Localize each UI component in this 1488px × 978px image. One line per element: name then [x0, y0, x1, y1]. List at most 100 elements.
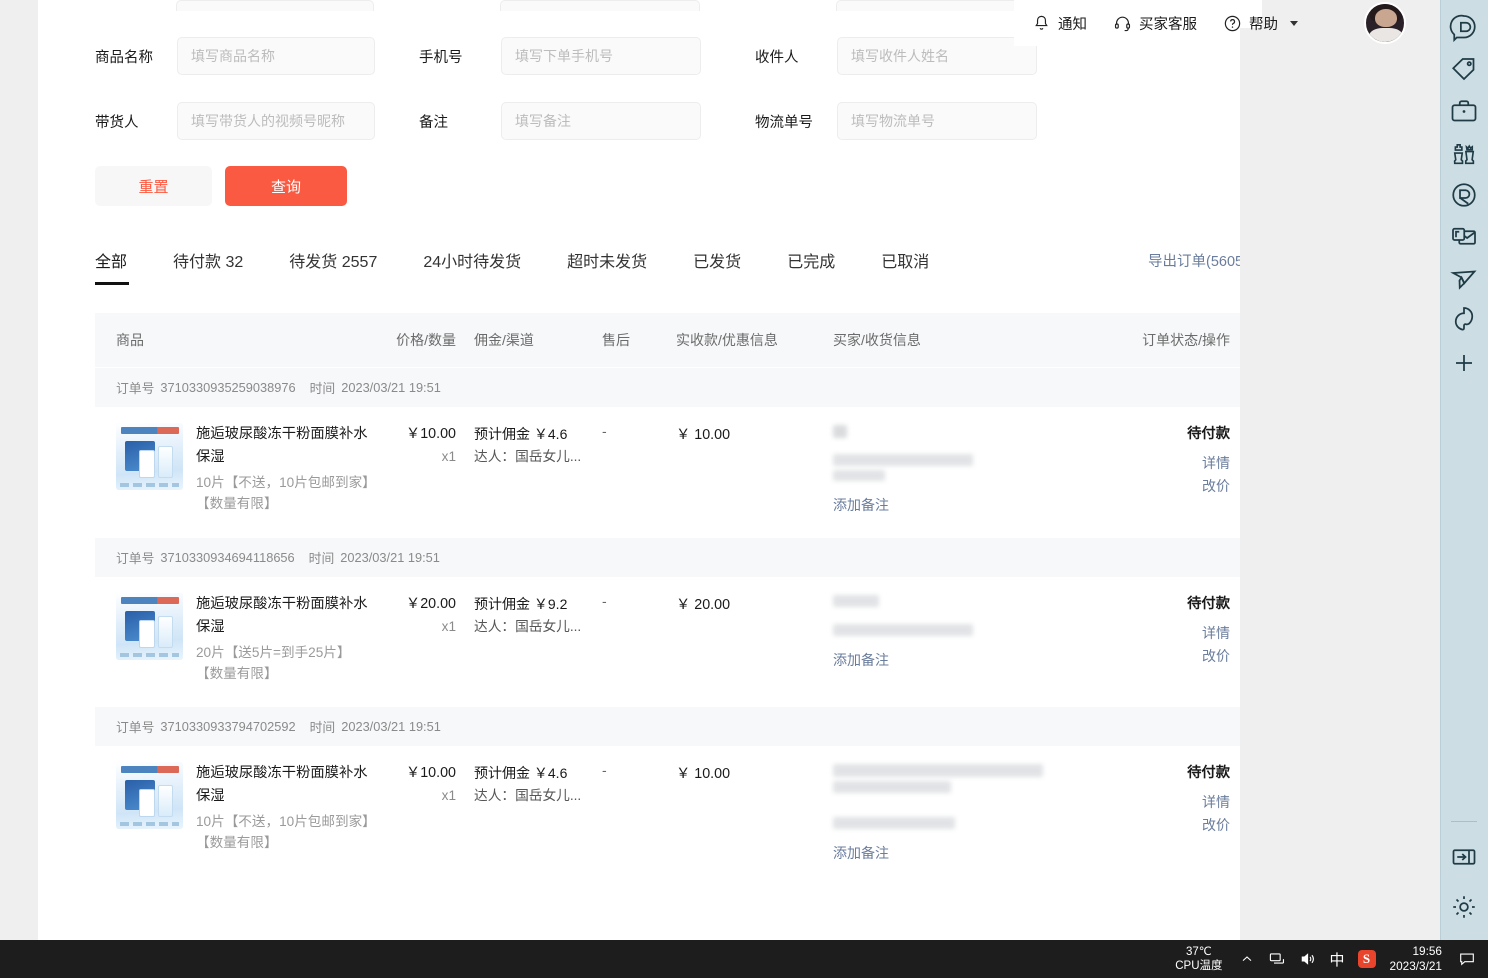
- buyer-name-redacted: [833, 595, 879, 607]
- search-input-product-name[interactable]: [177, 37, 375, 75]
- right-app-rail: [1440, 0, 1488, 940]
- product-thumbnail[interactable]: [116, 423, 183, 490]
- tab-cancelled[interactable]: 已取消: [881, 248, 929, 285]
- avatar-face: [1375, 9, 1397, 27]
- detail-link[interactable]: 详情: [1104, 791, 1230, 814]
- buyer-address-redacted-2: [833, 470, 885, 481]
- order-time-label: 时间: [310, 378, 336, 397]
- table-row: 施逅玻尿酸冻干粉面膜补水保湿 10片【不送，10片包邮到家】【数量有限】 ￥10…: [95, 746, 1240, 885]
- chevron-up-icon[interactable]: [1239, 951, 1255, 967]
- after-sale-cell: -: [586, 423, 664, 515]
- product-name[interactable]: 施逅玻尿酸冻干粉面膜补水保湿: [196, 593, 370, 639]
- notifications-button[interactable]: 通知: [1032, 13, 1087, 34]
- tab-24h-pending[interactable]: 24小时待发货: [423, 248, 521, 285]
- tab-shipped-label: 已发货: [693, 254, 741, 271]
- field-tracking-no: 物流单号: [755, 102, 1037, 140]
- product-qty: x1: [370, 785, 456, 807]
- after-sale-cell: -: [586, 593, 664, 684]
- avatar[interactable]: [1364, 2, 1406, 44]
- chat-bubble-icon[interactable]: [1449, 12, 1479, 42]
- order-status-tabs: 全部 待付款 32 待发货 2557 24小时待发货 超时未发货 已发货: [95, 248, 1240, 292]
- rail-bottom-section: [1440, 807, 1488, 940]
- product-thumbnail[interactable]: [116, 762, 183, 829]
- clock-date: 2023/3/21: [1390, 959, 1442, 974]
- search-input-cut-2[interactable]: [500, 0, 700, 11]
- search-input-remark[interactable]: [501, 102, 701, 140]
- mail-icon[interactable]: [1449, 222, 1479, 252]
- export-orders-link[interactable]: 导出订单(56057): [1148, 250, 1240, 271]
- reset-button[interactable]: 重置: [95, 166, 212, 206]
- tab-pending-payment-count: 32: [225, 254, 243, 271]
- help-menu[interactable]: 帮助: [1223, 13, 1298, 34]
- commission-amount: 预计佣金 ￥4.6: [474, 762, 586, 785]
- change-price-link[interactable]: 改价: [1104, 645, 1230, 668]
- tab-overdue-unshipped[interactable]: 超时未发货: [567, 248, 647, 285]
- tab-shipped[interactable]: 已发货: [693, 248, 741, 285]
- search-input-receiver[interactable]: [837, 37, 1037, 75]
- network-icon[interactable]: [1268, 950, 1286, 968]
- add-note-link[interactable]: 添加备注: [833, 650, 889, 670]
- search-input-promoter[interactable]: [177, 102, 375, 140]
- cloud-icon[interactable]: [1449, 306, 1479, 336]
- order-no-label: 订单号: [116, 378, 154, 397]
- detail-link[interactable]: 详情: [1104, 452, 1230, 475]
- buyer-service-button[interactable]: 买家客服: [1113, 13, 1197, 34]
- top-header-bar: 通知 买家客服 帮助: [1014, 0, 1240, 46]
- search-input-cut-3[interactable]: [836, 0, 1036, 11]
- tab-pending-shipment[interactable]: 待发货 2557: [289, 248, 377, 285]
- product-thumbnail[interactable]: [116, 593, 183, 660]
- buyer-service-label: 买家客服: [1139, 13, 1197, 34]
- product-name[interactable]: 施逅玻尿酸冻干粉面膜补水保湿: [196, 423, 370, 469]
- table-row: 施逅玻尿酸冻干粉面膜补水保湿 20片【送5片=到手25片】【数量有限】 ￥20.…: [95, 577, 1240, 706]
- headset-icon: [1113, 14, 1132, 33]
- tab-pending-payment-label: 待付款: [173, 254, 221, 271]
- tab-pending-shipment-count: 2557: [342, 254, 378, 271]
- collapse-panel-icon[interactable]: [1449, 842, 1479, 872]
- notification-icon[interactable]: [1458, 950, 1476, 968]
- status-badge: 待付款: [1104, 593, 1230, 615]
- briefcase-icon[interactable]: [1449, 96, 1479, 126]
- change-price-link[interactable]: 改价: [1104, 475, 1230, 498]
- field-product-name: 商品名称: [95, 37, 375, 75]
- tag-icon[interactable]: [1449, 54, 1479, 84]
- tab-completed[interactable]: 已完成: [787, 248, 835, 285]
- plus-icon[interactable]: [1449, 348, 1479, 378]
- status-badge: 待付款: [1104, 762, 1230, 784]
- bell-icon: [1032, 14, 1051, 33]
- ime-indicator[interactable]: 中: [1330, 949, 1345, 970]
- commission-amount: 预计佣金 ￥4.6: [474, 423, 586, 446]
- tab-all-label: 全部: [95, 254, 127, 271]
- tab-all[interactable]: 全部: [95, 248, 127, 285]
- order-no-label: 订单号: [116, 548, 154, 567]
- change-price-link[interactable]: 改价: [1104, 814, 1230, 837]
- taskbar-clock[interactable]: 19:56 2023/3/21: [1390, 944, 1442, 974]
- col-header-after-sale: 售后: [586, 330, 664, 350]
- order-time-value: 2023/03/21 19:51: [341, 380, 441, 395]
- product-name[interactable]: 施逅玻尿酸冻干粉面膜补水保湿: [196, 762, 370, 808]
- sogou-input-icon[interactable]: S: [1358, 950, 1376, 968]
- screen-root: 商品名称 手机号 收件人 带货人 备注 物流单号: [0, 0, 1488, 978]
- search-input-cut-1[interactable]: [176, 0, 374, 11]
- search-input-phone[interactable]: [501, 37, 701, 75]
- search-input-tracking-no[interactable]: [837, 102, 1037, 140]
- add-note-link[interactable]: 添加备注: [833, 495, 889, 515]
- tab-pending-payment[interactable]: 待付款 32: [173, 248, 243, 285]
- status-badge: 待付款: [1104, 423, 1230, 445]
- commission-cell: 预计佣金 ￥9.2 达人：国岳女儿...: [456, 593, 586, 684]
- paid-amount-cell: ￥ 10.00: [664, 762, 819, 863]
- order-time-value: 2023/03/21 19:51: [340, 550, 440, 565]
- commission-channel: 达人：国岳女儿...: [474, 616, 586, 638]
- commission-cell: 预计佣金 ￥4.6 达人：国岳女儿...: [456, 423, 586, 515]
- volume-icon[interactable]: [1299, 950, 1317, 968]
- detail-link[interactable]: 详情: [1104, 622, 1230, 645]
- product-text: 施逅玻尿酸冻干粉面膜补水保湿 10片【不送，10片包邮到家】【数量有限】: [196, 762, 370, 863]
- gear-icon[interactable]: [1449, 892, 1479, 922]
- table-row: 施逅玻尿酸冻干粉面膜补水保湿 10片【不送，10片包邮到家】【数量有限】 ￥10…: [95, 407, 1240, 537]
- paid-amount-cell: ￥ 20.00: [664, 593, 819, 684]
- query-button[interactable]: 查询: [225, 166, 347, 206]
- cpu-temp-widget[interactable]: 37℃ CPU温度: [1175, 945, 1222, 973]
- circle-logo-icon[interactable]: [1449, 180, 1479, 210]
- add-note-link[interactable]: 添加备注: [833, 843, 889, 863]
- send-icon[interactable]: [1449, 264, 1479, 294]
- chess-icon[interactable]: [1449, 138, 1479, 168]
